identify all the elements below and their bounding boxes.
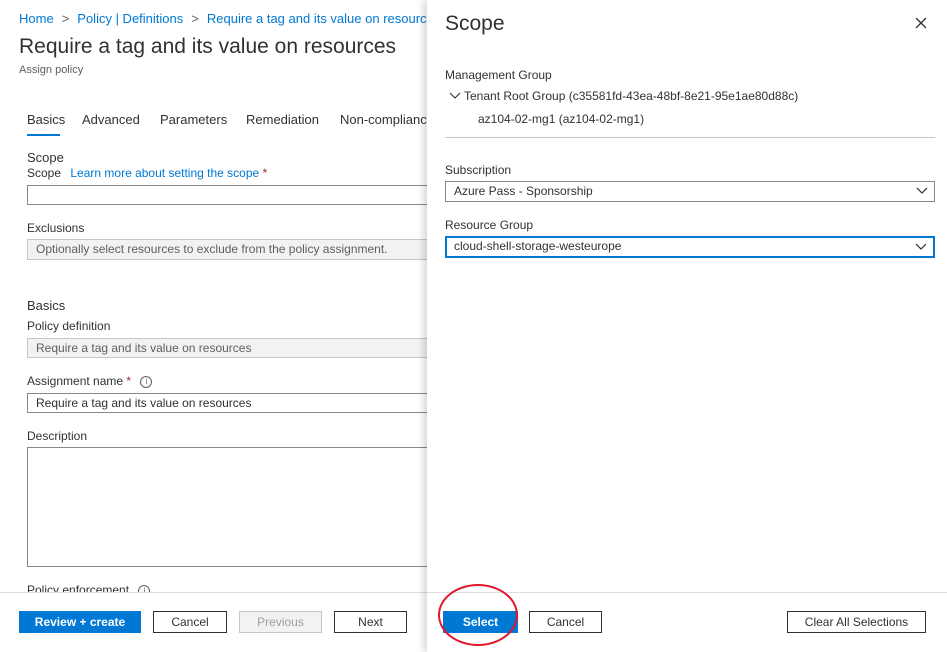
policy-definition-label: Policy definition bbox=[27, 319, 111, 333]
resource-group-label: Resource Group bbox=[445, 218, 534, 232]
subscription-label: Subscription bbox=[445, 163, 512, 177]
tree-expand-icon[interactable] bbox=[449, 91, 461, 101]
breadcrumb-current[interactable]: Require a tag and its value on resources bbox=[207, 11, 440, 26]
required-marker: * bbox=[126, 374, 132, 388]
footer-divider bbox=[0, 592, 427, 593]
subscription-dropdown[interactable]: Azure Pass - Sponsorship bbox=[445, 181, 935, 202]
management-group-child-item[interactable]: az104-02-mg1 (az104-02-mg1) bbox=[478, 112, 644, 126]
chevron-right-icon: > bbox=[61, 11, 70, 26]
chevron-down-icon bbox=[916, 187, 928, 194]
cancel-button[interactable]: Cancel bbox=[153, 611, 227, 633]
review-create-button[interactable]: Review + create bbox=[19, 611, 141, 633]
policy-definition-field: Require a tag and its value on resources bbox=[27, 338, 447, 358]
tab-parameters[interactable]: Parameters bbox=[160, 112, 227, 127]
tab-basics[interactable]: Basics bbox=[27, 112, 65, 127]
learn-more-scope-link[interactable]: Learn more about setting the scope bbox=[70, 166, 259, 180]
next-button[interactable]: Next bbox=[334, 611, 407, 633]
breadcrumb: Home > Policy | Definitions > Require a tag … bbox=[19, 11, 440, 26]
panel-footer-divider bbox=[427, 592, 947, 593]
scope-label-row: Scope Learn more about setting the scope… bbox=[27, 166, 267, 180]
subscription-value: Azure Pass - Sponsorship bbox=[454, 184, 593, 198]
assignment-name-label-row: Assignment name * i bbox=[27, 374, 153, 388]
scope-label: Scope bbox=[27, 166, 62, 180]
policy-enforcement-label-row: Policy enforcement i bbox=[27, 583, 151, 592]
exclusions-label: Exclusions bbox=[27, 221, 85, 235]
basics-section-heading: Basics bbox=[27, 298, 66, 313]
page-title: Require a tag and its value on resources bbox=[19, 35, 397, 58]
chevron-right-icon: > bbox=[191, 11, 199, 26]
exclusions-input[interactable]: Optionally select resources to exclude f… bbox=[27, 239, 447, 260]
description-textarea[interactable] bbox=[27, 447, 447, 567]
policy-enforcement-label: Policy enforcement bbox=[27, 583, 130, 592]
info-icon[interactable]: i bbox=[138, 584, 151, 592]
tab-remediation[interactable]: Remediation bbox=[246, 112, 319, 127]
close-icon[interactable] bbox=[914, 16, 928, 30]
chevron-down-icon bbox=[915, 243, 927, 250]
required-marker: * bbox=[262, 166, 268, 180]
management-group-label: Management Group bbox=[445, 68, 552, 82]
tab-non-compliance[interactable]: Non-complianc bbox=[340, 112, 427, 127]
resource-group-dropdown[interactable]: cloud-shell-storage-westeurope bbox=[445, 236, 935, 258]
page-subtitle: Assign policy bbox=[19, 64, 84, 76]
scope-input[interactable] bbox=[27, 185, 447, 205]
description-label: Description bbox=[27, 429, 88, 443]
panel-cancel-button[interactable]: Cancel bbox=[529, 611, 602, 633]
clear-all-selections-button[interactable]: Clear All Selections bbox=[787, 611, 926, 633]
tenant-root-group-item[interactable]: Tenant Root Group (c35581fd-43ea-48bf-8e… bbox=[464, 89, 798, 103]
tab-selected-indicator bbox=[27, 134, 60, 136]
breadcrumb-policy-definitions[interactable]: Policy | Definitions bbox=[77, 11, 183, 26]
assignment-name-input[interactable]: Require a tag and its value on resources bbox=[27, 393, 447, 413]
scope-panel: Scope Management Group Tenant Root Group… bbox=[427, 0, 947, 652]
tab-advanced[interactable]: Advanced bbox=[82, 112, 140, 127]
select-button[interactable]: Select bbox=[443, 611, 518, 633]
breadcrumb-home[interactable]: Home bbox=[19, 11, 54, 26]
info-icon[interactable]: i bbox=[140, 375, 153, 388]
previous-button[interactable]: Previous bbox=[239, 611, 322, 633]
resource-group-value: cloud-shell-storage-westeurope bbox=[454, 239, 622, 253]
assignment-name-label: Assignment name bbox=[27, 374, 124, 388]
scope-section-heading: Scope bbox=[27, 150, 64, 165]
panel-divider bbox=[445, 137, 935, 138]
scope-panel-title: Scope bbox=[445, 12, 505, 35]
